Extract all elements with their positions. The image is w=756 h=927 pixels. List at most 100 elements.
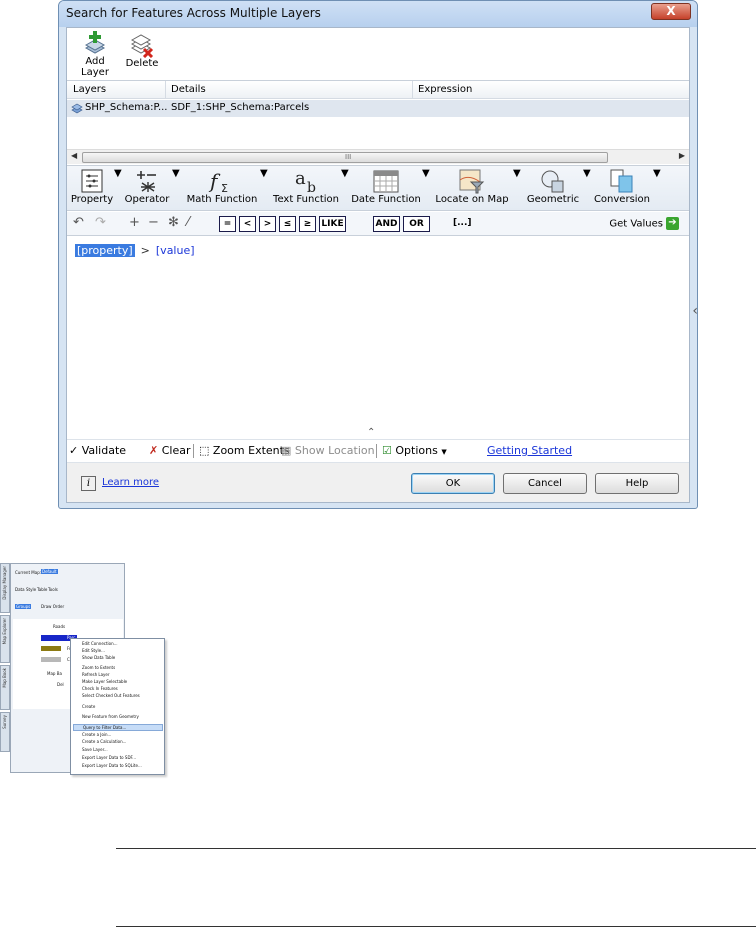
menu-item-query-filter[interactable]: Query to Filter Data... xyxy=(73,724,163,731)
tab-label: Survey xyxy=(2,715,7,729)
value-token[interactable]: [value] xyxy=(156,244,195,257)
conversion-button[interactable]: Conversion xyxy=(593,168,651,205)
operator-dropdown-icon[interactable]: ▼ xyxy=(172,168,180,179)
menu-item-export-sqlite[interactable]: Export Layer Data to SQLite... xyxy=(73,763,163,770)
locate-on-map-dropdown-icon[interactable]: ▼ xyxy=(513,168,521,179)
menu-item-edit-style[interactable]: Edit Style... xyxy=(73,648,163,655)
equals-button[interactable]: = xyxy=(219,216,236,232)
draw-order-button[interactable]: Draw Order xyxy=(41,604,64,609)
menu-item-new-feature[interactable]: New Feature from Geometry xyxy=(73,714,163,721)
scroll-right-arrow-icon[interactable]: ▶ xyxy=(679,151,685,160)
greater-than-button[interactable]: > xyxy=(259,216,276,232)
table-tool[interactable]: Table xyxy=(37,587,47,592)
tools-tool[interactable]: Tools xyxy=(48,587,58,592)
chevron-up-icon[interactable]: ⌃ xyxy=(367,427,375,438)
operator-icon xyxy=(137,171,156,192)
tab-display-manager[interactable]: Display Manager xyxy=(0,563,10,613)
delete-button[interactable]: Delete xyxy=(125,34,159,69)
get-values-button[interactable]: Get Values ➔ xyxy=(609,217,679,230)
or-button[interactable]: OR xyxy=(403,216,430,232)
tab-survey[interactable]: Survey xyxy=(0,712,10,752)
math-function-button[interactable]: f Σ Math Function xyxy=(185,168,259,205)
column-divider[interactable] xyxy=(165,81,166,99)
horizontal-scrollbar[interactable]: ◀ III ▶ xyxy=(67,149,689,164)
menu-item-export-sdf[interactable]: Export Layer Data to SDF... xyxy=(73,755,163,762)
property-token[interactable]: [property] xyxy=(75,244,135,257)
divide-operator-icon[interactable]: ⁄ xyxy=(187,215,189,230)
menu-item-save-layer[interactable]: Save Layer... xyxy=(73,747,163,754)
show-location-button[interactable]: ▦ Show Location xyxy=(281,444,375,457)
text-function-dropdown-icon[interactable]: ▼ xyxy=(341,168,349,179)
validate-button[interactable]: ✓ Validate xyxy=(69,444,126,457)
tab-map-explorer[interactable]: Map Explorer xyxy=(0,615,10,663)
right-arrow-icon: ➔ xyxy=(666,217,679,230)
add-operator-icon[interactable]: + xyxy=(129,215,140,230)
zoom-extents-button[interactable]: ⬚ Zoom Extents xyxy=(199,444,290,457)
current-map-select[interactable]: Default xyxy=(41,569,58,574)
menu-item-edit-connection[interactable]: Edit Connection... xyxy=(73,641,163,648)
scroll-left-arrow-icon[interactable]: ◀ xyxy=(71,151,77,160)
column-header-details[interactable]: Details xyxy=(171,84,206,95)
list-button[interactable]: [...] xyxy=(453,218,471,228)
conversion-dropdown-icon[interactable]: ▼ xyxy=(653,168,661,179)
ok-button[interactable]: OK xyxy=(411,473,495,494)
close-button[interactable]: X xyxy=(651,3,691,20)
menu-item-create[interactable]: Create xyxy=(73,704,163,711)
menu-item-make-selectable[interactable]: Make Layer Selectable xyxy=(73,679,163,686)
tab-map-book[interactable]: Map Book xyxy=(0,665,10,710)
current-map-label: Current Map: xyxy=(15,570,42,575)
menu-item-zoom-extents[interactable]: Zoom to Extents xyxy=(73,665,163,672)
style-tool[interactable]: Style xyxy=(26,587,36,592)
layer-map-base[interactable]: Map Ba xyxy=(47,671,62,676)
menu-item-check-in[interactable]: Check In Features xyxy=(73,686,163,693)
help-button[interactable]: Help xyxy=(595,473,679,494)
learn-more-link[interactable]: Learn more xyxy=(102,477,159,488)
undo-icon[interactable]: ↶ xyxy=(73,215,84,230)
text-function-button[interactable]: a b Text Function xyxy=(271,168,341,205)
dialog-title-bar[interactable]: Search for Features Across Multiple Laye… xyxy=(59,1,697,27)
locate-on-map-label: Locate on Map xyxy=(435,194,509,205)
greater-equal-button[interactable]: ≥ xyxy=(299,216,316,232)
menu-item-show-data-table[interactable]: Show Data Table xyxy=(73,655,163,662)
multiply-operator-icon[interactable]: ✻ xyxy=(168,215,179,230)
property-button[interactable]: Property xyxy=(70,168,114,205)
scrollbar-thumb[interactable]: III xyxy=(82,152,608,163)
menu-item-create-join[interactable]: Create a Join... xyxy=(73,732,163,739)
and-button[interactable]: AND xyxy=(373,216,400,232)
layer-roads[interactable]: Roads xyxy=(53,624,65,629)
locate-on-map-button[interactable]: Locate on Map xyxy=(433,168,511,205)
getting-started-link[interactable]: Getting Started xyxy=(487,444,572,457)
cancel-button[interactable]: Cancel xyxy=(503,473,587,494)
expression-editor[interactable]: [property] > [value] xyxy=(67,237,681,434)
column-header-layers[interactable]: Layers xyxy=(73,84,106,95)
data-tool[interactable]: Data xyxy=(15,587,25,592)
table-row[interactable]: SHP_Schema:P... SDF_1:SHP_Schema:Parcels xyxy=(67,100,689,117)
date-function-button[interactable]: Date Function xyxy=(351,168,421,205)
menu-item-select-checked-out[interactable]: Select Checked Out Features xyxy=(73,693,163,700)
chevron-left-icon[interactable]: ‹ xyxy=(692,303,698,319)
subtract-operator-icon[interactable]: − xyxy=(148,215,159,230)
redo-icon[interactable]: ↷ xyxy=(95,215,106,230)
operator-button[interactable]: Operator xyxy=(123,168,171,205)
groups-button[interactable]: Groups xyxy=(15,604,32,609)
geometric-button[interactable]: Geometric xyxy=(525,168,581,205)
menu-item-create-calculation[interactable]: Create a Calculation... xyxy=(73,739,163,746)
property-dropdown-icon[interactable]: ▼ xyxy=(114,168,122,179)
layer-del[interactable]: Del xyxy=(57,682,64,687)
like-button[interactable]: LIKE xyxy=(319,216,346,232)
less-equal-button[interactable]: ≤ xyxy=(279,216,296,232)
layers-table: Layers Details Expression SHP_Schema:P..… xyxy=(67,80,689,164)
geometric-dropdown-icon[interactable]: ▼ xyxy=(583,168,591,179)
date-function-dropdown-icon[interactable]: ▼ xyxy=(422,168,430,179)
divider-line xyxy=(116,848,756,849)
menu-item-refresh-layer[interactable]: Refresh Layer xyxy=(73,672,163,679)
less-than-button[interactable]: < xyxy=(239,216,256,232)
expression-line: [property] > [value] xyxy=(75,244,195,257)
math-function-dropdown-icon[interactable]: ▼ xyxy=(260,168,268,179)
add-layer-button[interactable]: Add Layer xyxy=(70,30,120,78)
column-header-expression[interactable]: Expression xyxy=(418,84,472,95)
operator-token[interactable]: > xyxy=(141,244,150,257)
options-button[interactable]: ☑ Options ▼ xyxy=(382,444,447,457)
clear-button[interactable]: ✗ Clear xyxy=(149,444,191,457)
column-divider[interactable] xyxy=(412,81,413,99)
